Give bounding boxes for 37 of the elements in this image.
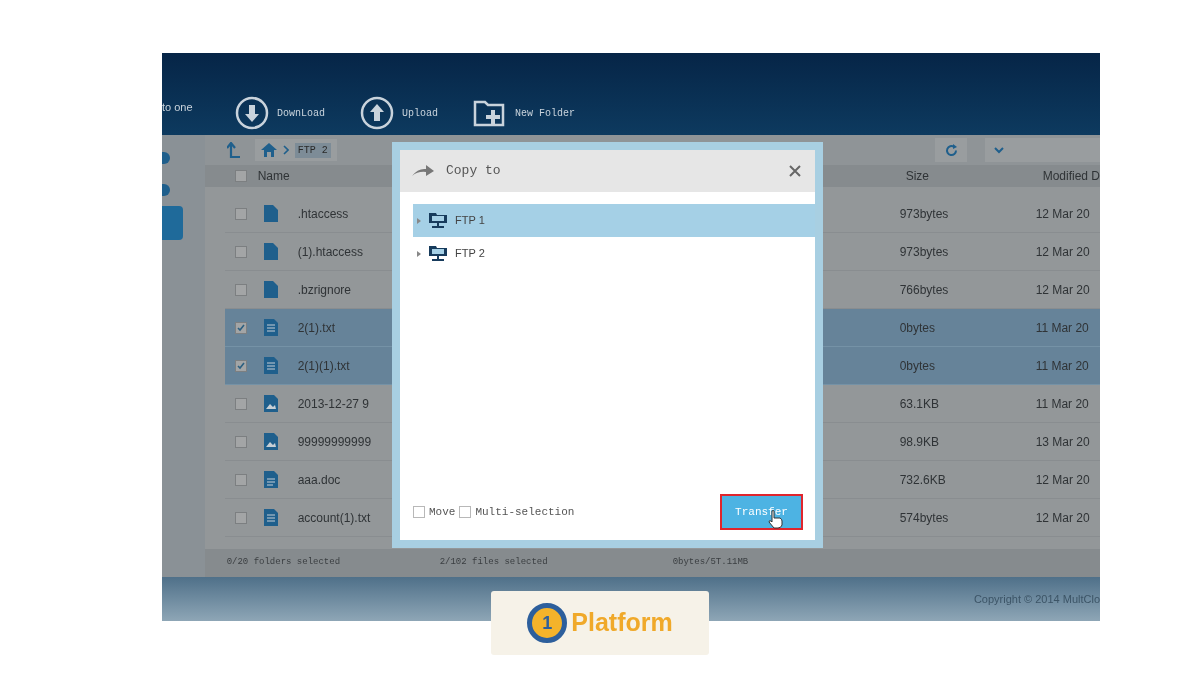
file-size: 0bytes <box>899 357 936 375</box>
logo-mark: 1 <box>527 603 568 643</box>
modified-date: 12 Mar 20 <box>1035 509 1090 527</box>
modified-date: 12 Mar 20 <box>1035 243 1090 261</box>
status-text: 0bytes/5T.11MB <box>672 556 749 570</box>
file-name: aaa.doc <box>297 471 341 489</box>
file-name: (1).htaccess <box>297 243 363 261</box>
modified-date: 11 Mar 20 <box>1035 319 1089 337</box>
modified-date: 11 Mar 20 <box>1035 395 1089 413</box>
file-name: 2(1)(1).txt <box>297 357 350 375</box>
copyright-text: Copyright © 2014 MultClo <box>973 591 1100 607</box>
file-size: 0bytes <box>899 319 936 337</box>
file-name: 2(1).txt <box>297 319 335 337</box>
file-size: 732.6KB <box>899 471 947 489</box>
status-text: 2/102 files selected <box>439 556 549 570</box>
modified-date: 12 Mar 20 <box>1035 281 1090 299</box>
file-size: 973bytes <box>899 205 950 223</box>
file-size: 98.9KB <box>899 433 940 451</box>
modified-date: 12 Mar 20 <box>1035 205 1090 223</box>
file-size: 63.1KB <box>899 395 940 413</box>
file-name: .bzrignore <box>297 281 351 299</box>
file-size: 766bytes <box>899 281 950 299</box>
logo-text: Platform <box>571 607 673 639</box>
status-text: 0/20 folders selected <box>226 556 342 570</box>
modified-date: 11 Mar 20 <box>1035 357 1089 375</box>
file-name: 2013-12-27 9 <box>297 395 370 413</box>
tree-label: FTP 1 <box>455 213 485 229</box>
file-name: 99999999999 <box>297 433 372 451</box>
file-size: 574bytes <box>899 509 950 527</box>
tree-label: FTP 2 <box>455 246 485 262</box>
dialog-title: Copy to <box>446 162 501 181</box>
file-name: account(1).txt <box>297 509 371 527</box>
file-size: 973bytes <box>899 243 950 261</box>
modified-date: 12 Mar 20 <box>1035 471 1090 489</box>
modified-date: 13 Mar 20 <box>1035 433 1090 451</box>
file-name: .htaccess <box>297 205 349 223</box>
sidebar-label: to one <box>162 99 194 115</box>
